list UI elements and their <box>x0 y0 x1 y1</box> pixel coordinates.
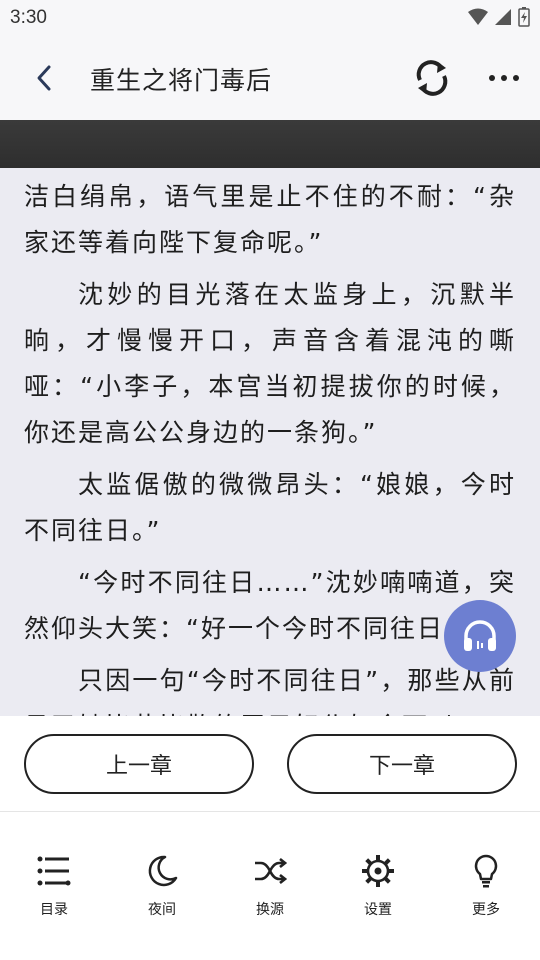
reader-top-band <box>0 120 540 168</box>
battery-icon <box>518 7 530 27</box>
book-title: 重生之将门毒后 <box>90 66 273 95</box>
toolbar-label: 目录 <box>40 902 68 918</box>
toolbar-label: 设置 <box>364 902 392 918</box>
lightbulb-icon <box>474 854 498 888</box>
status-time: 3:30 <box>10 7 47 28</box>
refresh-icon <box>416 60 448 96</box>
toolbar-item-night[interactable]: 夜间 <box>122 851 202 931</box>
cell-signal-icon <box>495 9 511 25</box>
chevron-left-icon <box>37 65 51 91</box>
status-icons <box>468 7 530 27</box>
paragraph: 洁白绢帛，语气里是止不住的不耐：“杂家还等着向陛下复命呢。” <box>24 182 516 257</box>
next-chapter-button[interactable]: 下一章 <box>287 734 517 794</box>
toolbar-label: 夜间 <box>148 902 176 918</box>
paragraph: 沈妙的目光落在太监身上，沉默半晌，才慢慢开口，声音含着混沌的嘶哑：“小李子，本宫… <box>24 280 516 447</box>
toolbar-item-switch-source[interactable]: 换源 <box>230 851 310 931</box>
chapter-nav: 上一章 下一章 <box>0 716 540 812</box>
more-dots-icon <box>489 75 519 81</box>
toolbar-item-more[interactable]: 更多 <box>446 851 526 931</box>
toolbar-item-settings[interactable]: 设置 <box>338 851 418 931</box>
toolbar-label: 换源 <box>256 902 284 918</box>
paragraph: 太监倨傲的微微昂头：“娘娘，今时不同往日。” <box>24 470 516 545</box>
shuffle-icon <box>255 857 287 885</box>
wifi-icon <box>468 8 488 25</box>
paragraph: 只因一句“今时不同往日”，那些从前见了她毕恭毕敬的臣子奴仆如今可以 <box>24 666 516 716</box>
toolbar-label: 更多 <box>472 902 500 918</box>
toolbar-item-catalog[interactable]: 目录 <box>14 851 94 931</box>
more-options-button[interactable] <box>484 60 524 96</box>
listen-audio-button[interactable] <box>444 600 516 672</box>
refresh-button[interactable] <box>410 56 454 100</box>
status-bar: 3:30 <box>0 0 540 36</box>
bottom-toolbar: 目录 夜间 换源 设置 更多 <box>0 813 540 960</box>
app-bar: 重生之将门毒后 <box>0 36 540 120</box>
headphones-icon <box>464 620 496 651</box>
list-icon <box>37 856 71 886</box>
moon-icon <box>148 855 178 887</box>
prev-chapter-button[interactable]: 上一章 <box>24 734 254 794</box>
gear-icon <box>362 855 394 887</box>
back-button[interactable] <box>26 60 62 96</box>
